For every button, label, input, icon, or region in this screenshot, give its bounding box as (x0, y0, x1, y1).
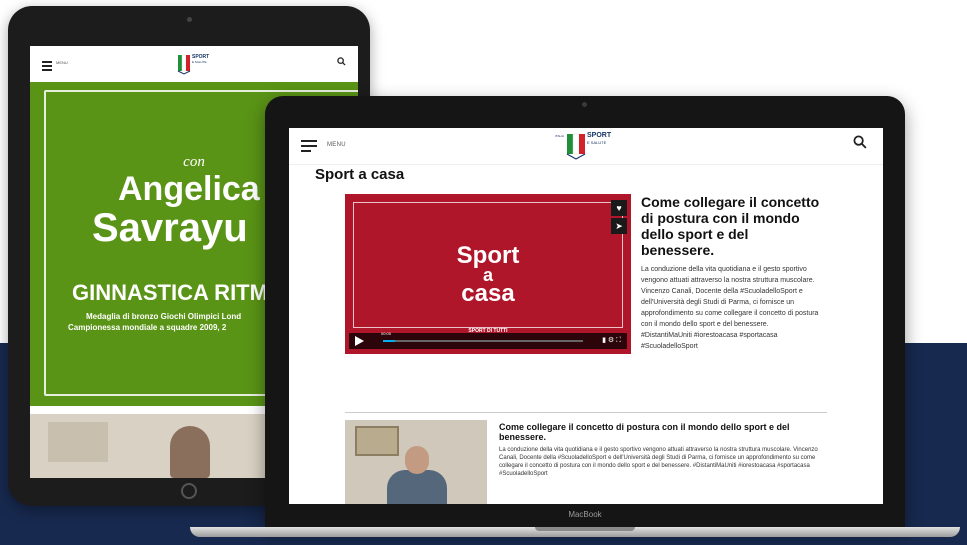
tablet-home-button[interactable] (181, 483, 197, 499)
thumbnail-person-head (405, 446, 429, 474)
menu-label[interactable]: MENU (56, 60, 68, 65)
hero-name-first: Angelica (118, 170, 260, 208)
thumbnail-wall (48, 422, 108, 462)
laptop-device: MENU ITALIA SPORT E SALUTE Sport a casa … (265, 96, 905, 528)
hamburger-menu-icon[interactable] (301, 140, 317, 155)
hero-discipline: GINNASTICA RITM (72, 280, 268, 305)
video-player[interactable]: Sport a casa SPORT DI TUTTI ♥ ➤ 00:05 ▮ … (345, 194, 631, 354)
divider (345, 412, 827, 413)
thumbnail-person-body (387, 470, 447, 504)
video-controls: 00:05 ▮ ⚙ ⛶ (349, 331, 627, 349)
hamburger-menu-icon[interactable] (42, 61, 52, 73)
hero-championship: Campionessa mondiale a squadre 2009, 2 (68, 323, 227, 332)
heart-icon[interactable]: ♥ (611, 200, 627, 216)
video-time: 00:05 (381, 331, 392, 336)
list-item-title[interactable]: Come collegare il concetto di postura co… (499, 422, 829, 442)
featured-description: La conduzione della vita quotidiana e il… (641, 266, 819, 350)
laptop-brand: MacBook (568, 510, 602, 519)
sport-e-salute-logo[interactable]: SPORT E SALUTE (176, 52, 216, 81)
featured-title[interactable]: Come collegare il concetto di postura co… (641, 194, 821, 258)
logo-text: SPORT (587, 132, 612, 139)
logo-subtext: E SALUTE (192, 60, 207, 64)
player-settings-icons[interactable]: ▮ ⚙ ⛶ (602, 336, 621, 345)
thumbnail-painting (355, 426, 399, 456)
search-icon[interactable] (337, 57, 346, 68)
list-item-description: La conduzione della vita quotidiana e il… (499, 447, 818, 477)
laptop-screen: MENU ITALIA SPORT E SALUTE Sport a casa … (289, 128, 883, 504)
logo-side-text: ITALIA (555, 134, 564, 138)
video-progress-bar[interactable] (383, 340, 583, 342)
tablet-header: MENU SPORT E SALUTE (30, 46, 358, 82)
list-item-thumbnail[interactable] (345, 420, 487, 504)
hero-medal: Medaglia di bronzo Giochi Olimpici Lond (86, 312, 242, 321)
menu-label[interactable]: MENU (327, 142, 346, 148)
video-title-line-3: casa (461, 280, 515, 307)
laptop-notch (535, 527, 635, 531)
share-icon[interactable]: ➤ (611, 218, 627, 234)
search-icon[interactable] (853, 135, 867, 154)
thumbnail-person (170, 426, 210, 478)
play-icon[interactable] (355, 336, 364, 346)
tablet-camera (187, 17, 192, 22)
sport-e-salute-logo[interactable]: ITALIA SPORT E SALUTE (555, 130, 621, 167)
site-header: MENU ITALIA SPORT E SALUTE (289, 128, 883, 165)
laptop-camera (582, 102, 587, 107)
hero-name-last: Savrayu (92, 206, 248, 250)
logo-subtext: E SALUTE (587, 140, 607, 145)
page-title: Sport a casa (315, 166, 405, 183)
